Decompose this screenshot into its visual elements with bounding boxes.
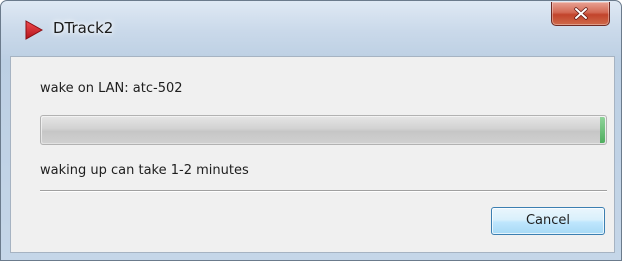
dtrack-play-icon [25, 20, 44, 40]
window-title: DTrack2 [53, 19, 114, 37]
status-label: wake on LAN: atc-502 [40, 81, 183, 96]
close-button[interactable] [551, 2, 610, 26]
dialog-window: DTrack2 wake on LAN: atc-502 waking up c… [0, 0, 622, 261]
title-bar[interactable]: DTrack2 [1, 1, 621, 51]
cancel-button[interactable]: Cancel [491, 207, 605, 235]
hint-label: waking up can take 1-2 minutes [40, 163, 249, 178]
progress-fill [42, 117, 605, 143]
dialog-content: wake on LAN: atc-502 waking up can take … [10, 56, 615, 253]
separator [40, 190, 607, 192]
progress-bar [40, 115, 607, 145]
